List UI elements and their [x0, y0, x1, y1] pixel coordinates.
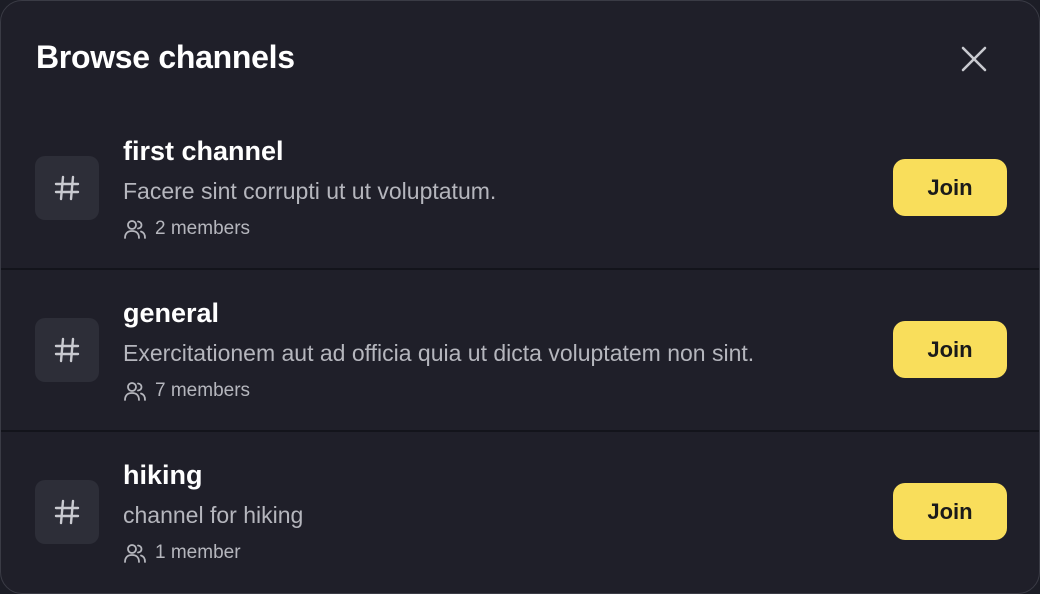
channel-description: channel for hiking [123, 502, 304, 528]
users-icon [124, 382, 146, 401]
users-icon [124, 544, 146, 563]
members-label: 7 members [155, 380, 251, 401]
channel-name: hiking [123, 460, 203, 490]
modal-header: Browse channels [1, 1, 1039, 111]
join-button[interactable]: Join [893, 483, 1007, 540]
channel-name: first channel [123, 136, 284, 166]
channel-icon-tile [35, 318, 99, 382]
channel-list: first channel Facere sint corrupti ut ut… [1, 107, 1039, 592]
channel-description: Exercitationem aut ad officia quia ut di… [123, 340, 755, 366]
hash-icon [54, 337, 80, 363]
channel-icon-tile [35, 156, 99, 220]
users-icon [124, 220, 146, 239]
channel-name: general [123, 298, 220, 328]
modal-title: Browse channels [36, 39, 295, 75]
close-button[interactable] [953, 38, 995, 80]
channel-member-count: 7 members [123, 380, 250, 402]
members-label: 1 member [155, 542, 241, 563]
channel-member-count: 1 member [123, 542, 241, 564]
members-label: 2 members [155, 218, 251, 239]
channel-icon-tile [35, 480, 99, 544]
close-icon [961, 46, 987, 72]
hash-icon [54, 499, 80, 525]
channel-description: Facere sint corrupti ut ut voluptatum. [123, 178, 497, 204]
hash-icon [54, 175, 80, 201]
browse-channels-modal: Browse channels first channel Facere sin… [0, 0, 1040, 594]
channel-member-count: 2 members [123, 218, 250, 240]
channel-row: first channel Facere sint corrupti ut ut… [1, 107, 1039, 268]
channel-row: general Exercitationem aut ad officia qu… [1, 268, 1039, 430]
join-button[interactable]: Join [893, 321, 1007, 378]
channel-row: hiking channel for hiking 1 member Join [1, 430, 1039, 592]
join-button[interactable]: Join [893, 159, 1007, 216]
